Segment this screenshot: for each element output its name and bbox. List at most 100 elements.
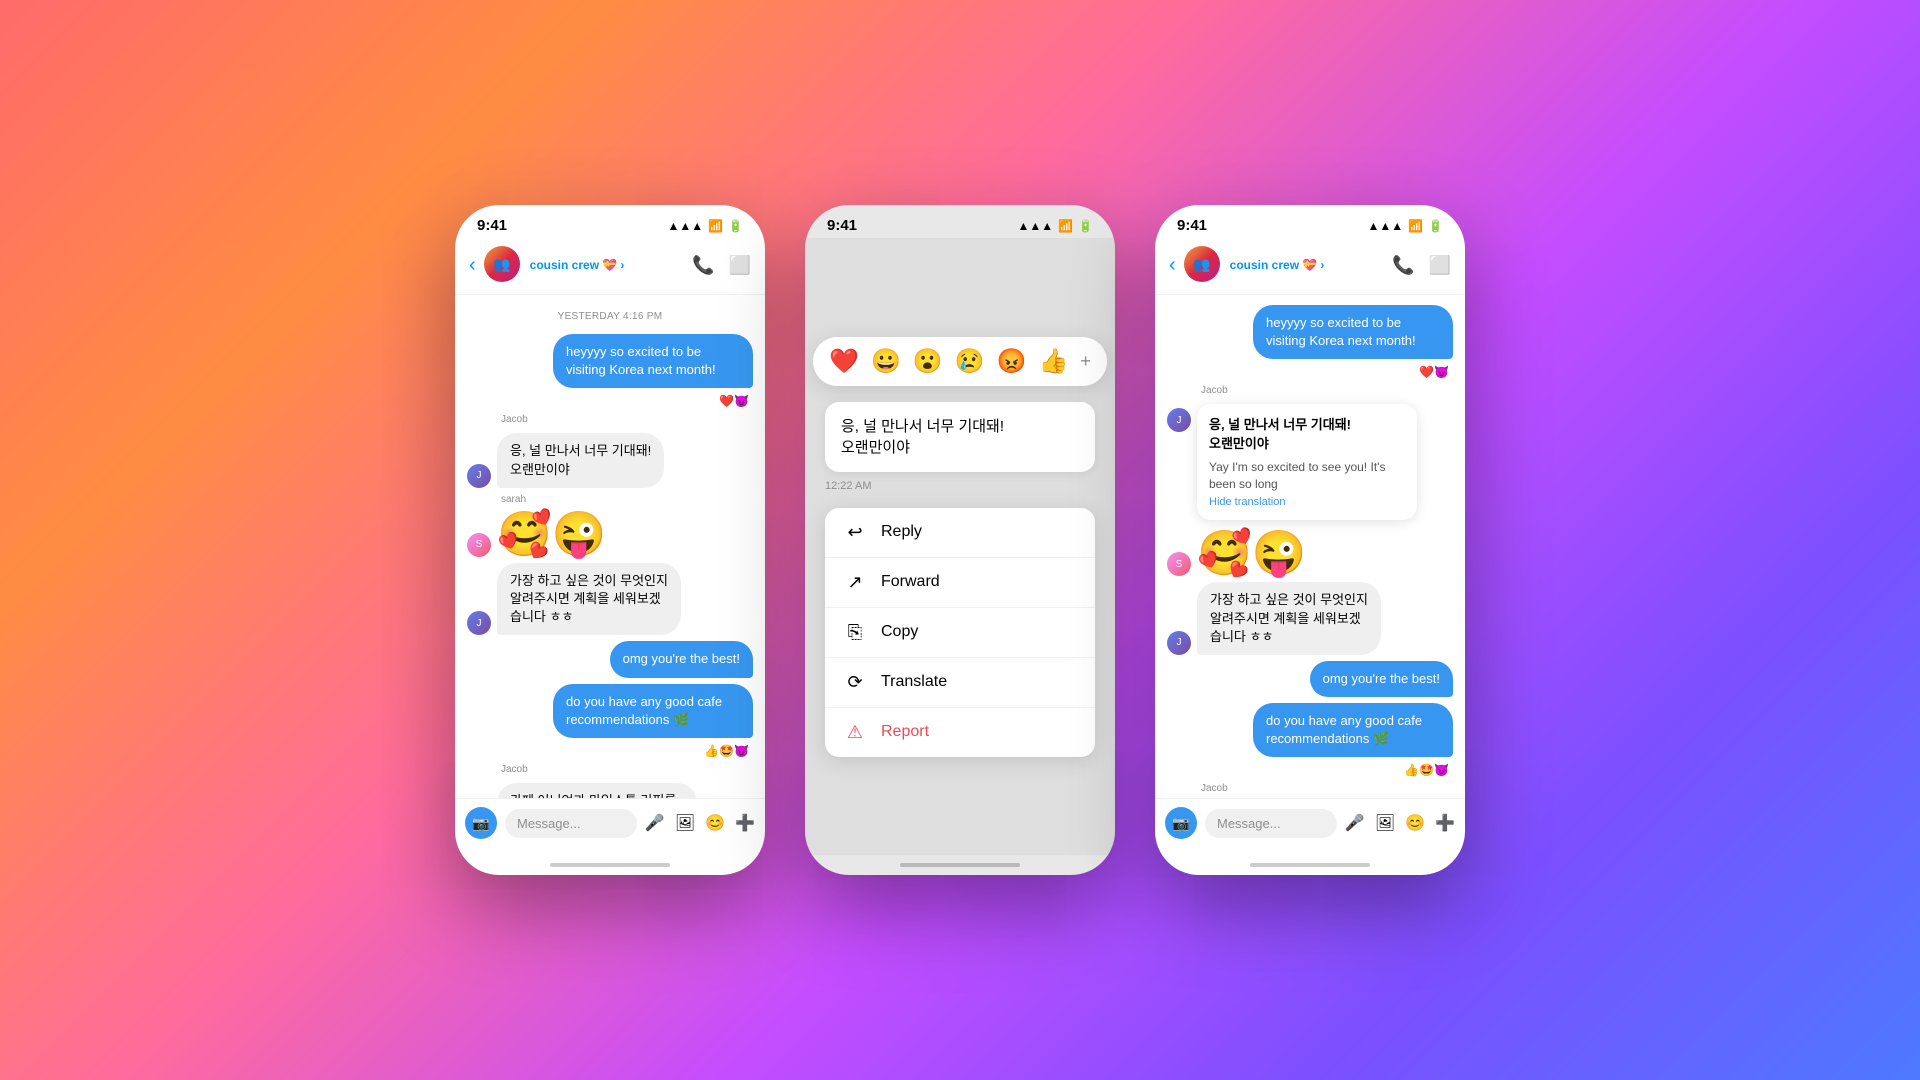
back-button-right[interactable]: ‹ (1169, 254, 1176, 277)
chevron-icon-left: › (620, 258, 624, 272)
photo-icon-left[interactable]: 🖼 (675, 813, 695, 833)
phone-left: 9:41 ▲▲▲ 📶 🔋 ‹ 👥 cousin crew 💝 › 📞 ⬜ YES… (455, 205, 765, 875)
battery-icon-middle: 🔋 (1078, 219, 1093, 233)
reaction-plus[interactable]: + (1080, 351, 1091, 372)
photo-icon-right[interactable]: 🖼 (1375, 813, 1395, 833)
home-indicator-right (1155, 855, 1465, 875)
messages-right: heyyyy so excited to be visiting Korea n… (1155, 295, 1465, 798)
forward-icon: ↗ (843, 572, 867, 593)
status-icons-middle: ▲▲▲ 📶 🔋 (1017, 219, 1093, 233)
emoji-icon-left[interactable]: 😊 (705, 813, 725, 833)
status-bar-right: 9:41 ▲▲▲ 📶 🔋 (1155, 205, 1465, 238)
message-input-right[interactable]: Message... (1205, 809, 1337, 838)
reaction-wow[interactable]: 😮 (913, 347, 943, 376)
context-menu: ↩ Reply ↗ Forward ⎘ Copy ⟳ Translate ⚠ R… (825, 508, 1095, 757)
context-overlay: ❤️ 😀 😮 😢 😡 👍 + 응, 널 만나서 너무 기대돼!오랜만이야 12:… (805, 238, 1115, 855)
home-indicator-left (455, 855, 765, 875)
msg-row-right-cafe: do you have any good cafe recommendation… (1167, 703, 1453, 757)
phone-icon-right[interactable]: 📞 (1392, 255, 1414, 276)
msg-row-omg: omg you're the best! (467, 641, 753, 677)
translate-label: Translate (881, 673, 947, 691)
emoji-icon-right[interactable]: 😊 (1405, 813, 1425, 833)
context-report[interactable]: ⚠ Report (825, 708, 1095, 757)
msg-reaction-right-cafe: 👍🤩😈 (1167, 763, 1453, 777)
status-time-right: 9:41 (1177, 217, 1207, 234)
status-icons-right: ▲▲▲ 📶 🔋 (1367, 219, 1443, 233)
chat-title-wrap-right: cousin crew 💝 › (1230, 258, 1384, 272)
jacob-msg-with-translation: J 응, 널 만나서 너무 기대돼!오랜만이야 Yay I'm so excit… (1167, 404, 1453, 520)
phone-icon-left[interactable]: 📞 (692, 255, 714, 276)
bubble-right-omg: omg you're the best! (1310, 661, 1453, 697)
context-translate[interactable]: ⟳ Translate (825, 658, 1095, 708)
signal-icon-right: ▲▲▲ (1367, 219, 1403, 233)
msg-row-cafe: do you have any good cafe recommendation… (467, 684, 753, 738)
avatar-image-left: 👥 (484, 246, 520, 282)
msg-row-jacob-cafe: J 카페 어니언과 마일스톤 커피를 좋아해! (467, 783, 753, 798)
home-bar-middle (900, 863, 1020, 867)
bubble-jacob-1: 응, 널 만나서 너무 기대돼!오랜만이야 (497, 433, 664, 487)
sarah-emoji: 🥰😜 (497, 513, 607, 557)
bubble-cafe: do you have any good cafe recommendation… (553, 684, 753, 738)
plus-icon-left[interactable]: ➕ (735, 813, 755, 833)
status-icons-left: ▲▲▲ 📶 🔋 (667, 219, 743, 233)
reaction-angry[interactable]: 😡 (997, 347, 1027, 376)
messages-left: YESTERDAY 4:16 PM heyyyy so excited to b… (455, 295, 765, 798)
context-forward[interactable]: ↗ Forward (825, 558, 1095, 608)
signal-icon-middle: ▲▲▲ (1017, 219, 1053, 233)
translation-text-right: Yay I'm so excited to see you! It's been… (1209, 459, 1405, 493)
camera-button-right[interactable]: 📷 (1165, 807, 1197, 839)
reaction-heart[interactable]: ❤️ (829, 347, 859, 376)
camera-button-left[interactable]: 📷 (465, 807, 497, 839)
context-copy[interactable]: ⎘ Copy (825, 608, 1095, 658)
reaction-sad[interactable]: 😢 (955, 347, 985, 376)
reaction-thumbsup[interactable]: 👍 (1039, 347, 1069, 376)
bubble-korean-long: 가장 하고 싶은 것이 무엇인지알려주시면 계획을 세워보겠습니다 ㅎㅎ (497, 563, 681, 636)
home-bar-right (1250, 863, 1370, 867)
message-timestamp: 12:22 AM (825, 480, 871, 492)
sender-label-right-jacob: Jacob (1201, 385, 1453, 396)
report-icon: ⚠ (843, 722, 867, 743)
plus-icon-right[interactable]: ➕ (1435, 813, 1455, 833)
back-button-left[interactable]: ‹ (469, 254, 476, 277)
msg-reaction-right-1: ❤️😈 (1167, 365, 1453, 379)
chat-title-wrap-left: cousin crew 💝 › (530, 258, 684, 272)
msg-reaction-1: ❤️😈 (467, 394, 753, 408)
msg-row-korean-long: J 가장 하고 싶은 것이 무엇인지알려주시면 계획을 세워보겠습니다 ㅎㅎ (467, 563, 753, 636)
korean-text-right: 응, 널 만나서 너무 기대돼!오랜만이야 (1209, 416, 1405, 452)
reply-label: Reply (881, 523, 922, 541)
chat-name-text-right: cousin crew 💝 (1230, 258, 1318, 272)
avatar-left: 👥 (484, 246, 522, 284)
mic-icon-left[interactable]: 🎤 (645, 813, 665, 833)
video-icon-left[interactable]: ⬜ (729, 255, 751, 276)
input-bar-left: 📷 Message... 🎤 🖼 😊 ➕ (455, 798, 765, 855)
report-label: Report (881, 723, 929, 741)
message-input-left[interactable]: Message... (505, 809, 637, 838)
bubble-jacob-cafe: 카페 어니언과 마일스톤 커피를 좋아해! (497, 783, 697, 798)
reaction-smile[interactable]: 😀 (871, 347, 901, 376)
translation-card: 응, 널 만나서 너무 기대돼!오랜만이야 Yay I'm so excited… (1197, 404, 1417, 520)
status-time-left: 9:41 (477, 217, 507, 234)
forward-label: Forward (881, 573, 940, 591)
chat-name-left: cousin crew 💝 › (530, 258, 684, 272)
context-reply[interactable]: ↩ Reply (825, 508, 1095, 558)
input-icons-left: 🎤 🖼 😊 ➕ (645, 813, 755, 833)
home-indicator-middle (805, 855, 1115, 875)
chat-header-left: ‹ 👥 cousin crew 💝 › 📞 ⬜ (455, 238, 765, 295)
wifi-icon-middle: 📶 (1058, 219, 1073, 233)
mic-icon-right[interactable]: 🎤 (1345, 813, 1365, 833)
msg-row-right-sarah: S 🥰😜 (1167, 532, 1453, 576)
avatar-image-right: 👥 (1184, 246, 1220, 282)
translate-icon: ⟳ (843, 672, 867, 693)
avatar-sarah: S (467, 533, 491, 557)
msg-row: heyyyy so excited to be visiting Korea n… (467, 334, 753, 388)
wifi-icon-right: 📶 (1408, 219, 1423, 233)
status-time-middle: 9:41 (827, 217, 857, 234)
avatar-right-sarah: S (1167, 552, 1191, 576)
msg-row-sarah: S 🥰😜 (467, 513, 753, 557)
home-bar-left (550, 863, 670, 867)
msg-row-right-omg: omg you're the best! (1167, 661, 1453, 697)
hide-translation-btn[interactable]: Hide translation (1209, 496, 1405, 508)
quoted-message: 응, 널 만나서 너무 기대돼!오랜만이야 (825, 402, 1095, 472)
input-icons-right: 🎤 🖼 😊 ➕ (1345, 813, 1455, 833)
video-icon-right[interactable]: ⬜ (1429, 255, 1451, 276)
